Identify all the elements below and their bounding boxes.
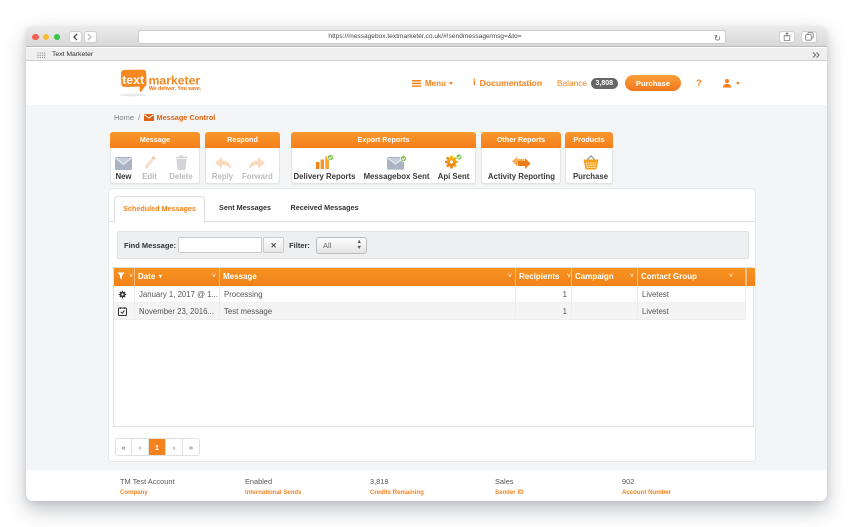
svg-text:We deliver. You save.: We deliver. You save. <box>149 86 202 92</box>
svg-text:text: text <box>122 73 144 87</box>
